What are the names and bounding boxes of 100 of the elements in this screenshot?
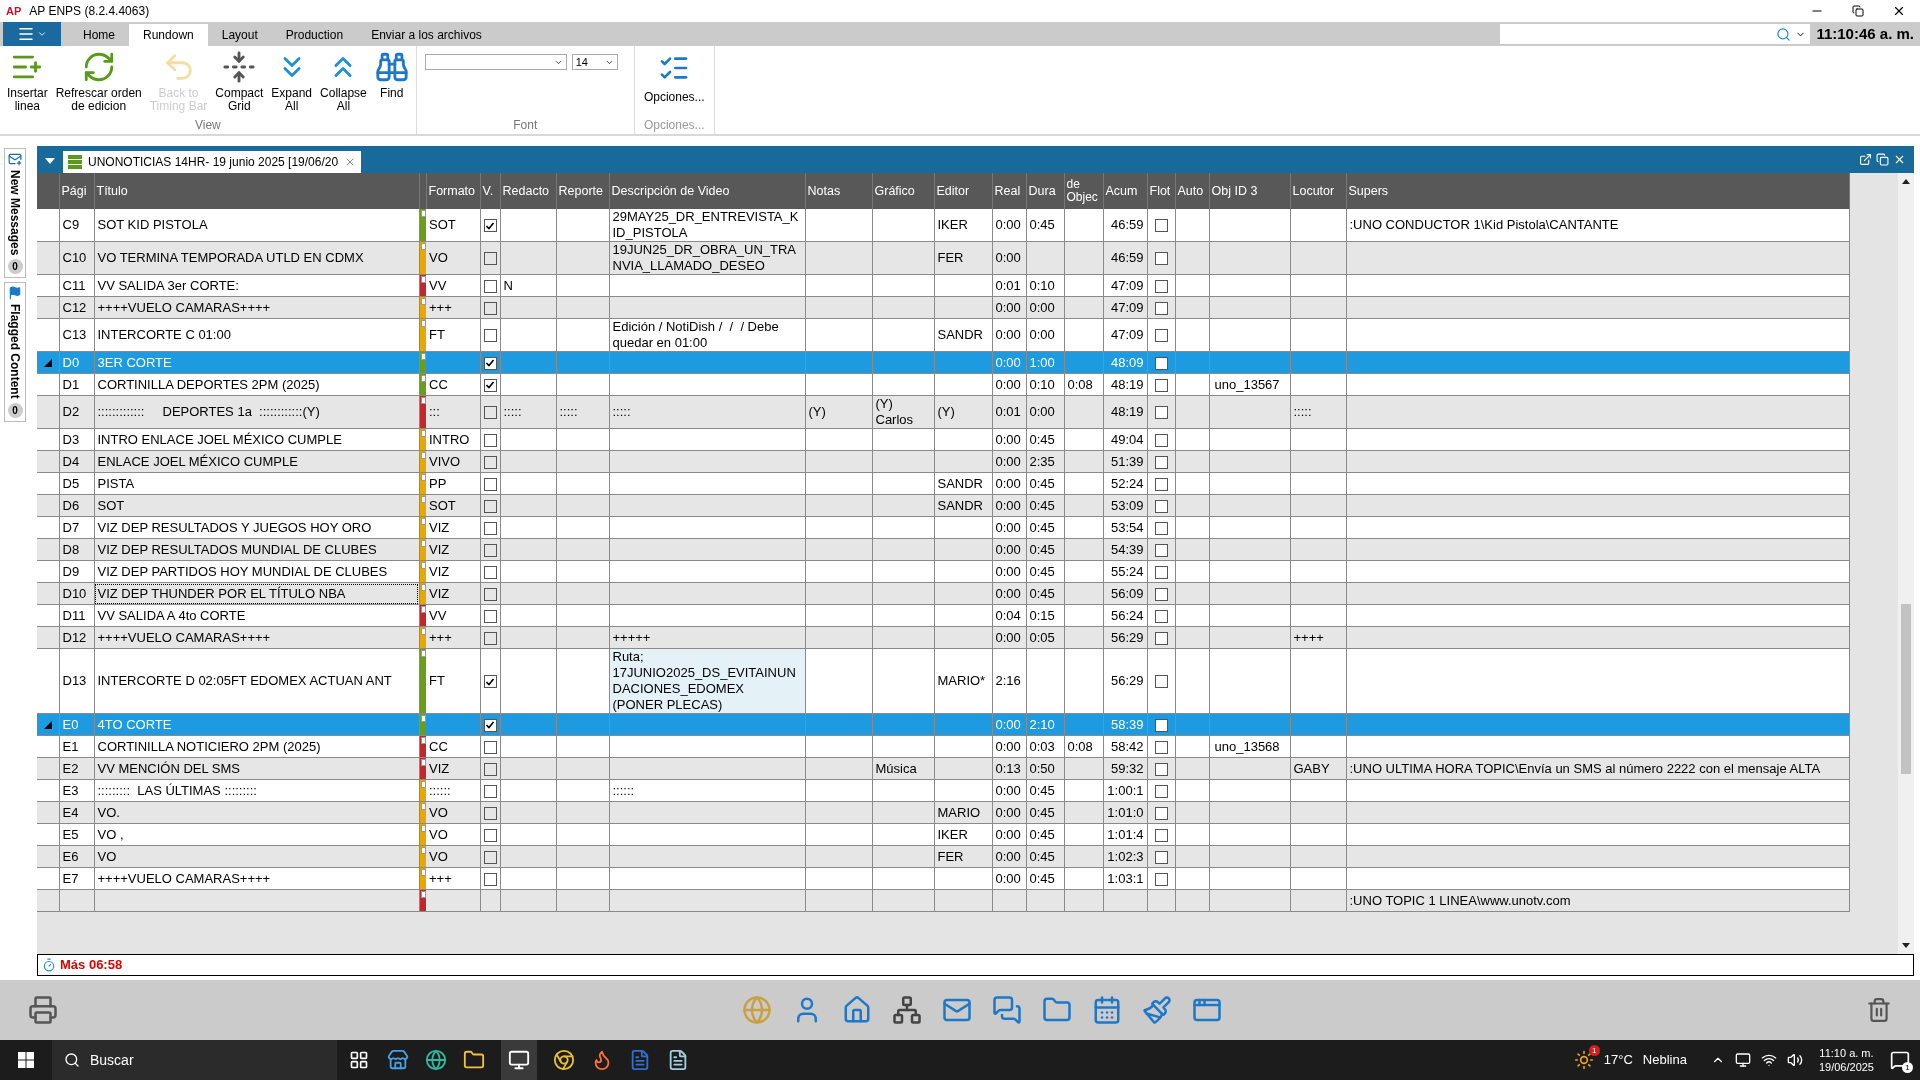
column-header[interactable]: Auto	[1177, 184, 1204, 198]
checkbox[interactable]	[483, 329, 497, 343]
options-button[interactable]: Opciones...	[643, 52, 705, 116]
table-row[interactable]: D6 SOT SOT SANDR 0:00 0:45 53:09	[37, 494, 1849, 517]
table-row[interactable]: C9 SOT KID PISTOLA SOT 29MAY25_DR_ENTREVISTA_KID_PISTOLA IKER 0:00 0:45 46:59 :UNO CONDUCTOR 1\Kid Pistola\CANTANTE	[37, 209, 1849, 242]
checkbox[interactable]	[1154, 219, 1168, 233]
table-row[interactable]: C10 VO TERMINA TEMPORADA UTLD EN CDMX VO 19JUN25_DR_OBRA_UN_TRANVIA_LLAMADO_DESEO FER 0:00 46:59	[37, 241, 1849, 275]
notifications-icon[interactable]	[1890, 1050, 1910, 1070]
dropdown-triangle-icon[interactable]	[45, 158, 55, 164]
collapse-triangle-icon[interactable]	[43, 359, 52, 368]
table-row[interactable]: D11 VV SALIDA A 4to CORTE VV 0:04 0:15 56:24	[37, 604, 1849, 627]
checkbox[interactable]	[1154, 675, 1168, 689]
column-header[interactable]: Reporte	[558, 184, 603, 198]
ribbon-button[interactable]: Insertar linea	[4, 50, 51, 116]
chat-icon[interactable]	[992, 995, 1022, 1025]
checkbox[interactable]	[1154, 356, 1168, 370]
checkbox[interactable]	[483, 850, 497, 864]
column-header[interactable]: Redacto	[502, 184, 550, 198]
scroll-down-icon[interactable]	[1902, 943, 1910, 948]
table-row[interactable]: :UNO TOPIC 1 LINEA\www.unotv.com	[37, 889, 1849, 912]
ribbon-button[interactable]: Refrescar orden de edicion	[52, 50, 145, 116]
column-header[interactable]: Obj ID 3	[1211, 184, 1258, 198]
ribbon-button[interactable]: Compact Grid	[212, 50, 267, 116]
tray-icon[interactable]	[1734, 1052, 1751, 1068]
checkbox[interactable]	[483, 806, 497, 820]
checkbox[interactable]	[483, 828, 497, 842]
checkbox[interactable]	[483, 718, 497, 732]
column-header[interactable]: Acum	[1105, 184, 1138, 198]
checkbox[interactable]	[483, 609, 497, 623]
table-row[interactable]: C11 VV SALIDA 3er CORTE: VV N 0:01 0:10 47:09	[37, 274, 1849, 297]
table-row[interactable]: D5 PISTA PP SANDR 0:00 0:45 52:24	[37, 472, 1849, 495]
weather-icon[interactable]	[1573, 1050, 1594, 1070]
checkbox[interactable]	[483, 219, 497, 233]
checkbox[interactable]	[483, 279, 497, 293]
table-row[interactable]: D7 VIZ DEP RESULTADOS Y JUEGOS HOY ORO VIZ 0:00 0:45 53:54	[37, 516, 1849, 539]
column-header[interactable]: Editor	[936, 184, 970, 198]
ribbon-button[interactable]: Find	[371, 50, 412, 116]
taskbar-search-box[interactable]: Buscar	[52, 1040, 337, 1080]
table-row[interactable]: D2 ::::::::::::: DEPORTES 1a ::::::::::::(Y) ::: ::::: ::::: ::::: (Y) (Y) Carlos (Y) 0:01 0:00 48:19 :::::	[37, 395, 1849, 429]
table-row[interactable]: E3 ::::::::: LAS ÚLTIMAS ::::::::: :::::: :::::: 0:00 0:45 1:00:1	[37, 779, 1849, 802]
scroll-thumb[interactable]	[1901, 604, 1911, 774]
ribbon-tab[interactable]: Home	[69, 24, 129, 46]
table-row[interactable]: E1 CORTINILLA NOTICIERO 2PM (2025) CC 0:00 0:03 0:08 58:42 uno_13568	[37, 735, 1849, 758]
checkbox[interactable]	[483, 675, 497, 689]
ribbon-tab[interactable]: Layout	[207, 24, 272, 46]
ribbon-button[interactable]: Expand All	[268, 50, 316, 116]
table-row[interactable]: C13 INTERCORTE C 01:00 FT Edición / NotiDish / / / Debe quedar en 01:00 SANDR 0:00 0:00 47:09	[37, 318, 1849, 352]
column-header[interactable]: Notas	[807, 184, 841, 198]
checkbox[interactable]	[483, 378, 497, 392]
checkbox[interactable]	[483, 762, 497, 776]
checkbox[interactable]	[1154, 378, 1168, 392]
checkbox[interactable]	[483, 543, 497, 557]
table-row[interactable]: E6 VO VO FER 0:00 0:45 1:02:3	[37, 845, 1849, 868]
column-header[interactable]: de Objec	[1066, 178, 1101, 204]
checkbox[interactable]	[1154, 718, 1168, 732]
column-header[interactable]: Pági	[61, 184, 87, 198]
column-header[interactable]: Supers	[1348, 184, 1389, 198]
column-header[interactable]: Descripción de Video	[611, 184, 730, 198]
checkbox[interactable]	[1154, 806, 1168, 820]
checkbox[interactable]	[1154, 252, 1168, 266]
trash-icon[interactable]	[1866, 997, 1892, 1023]
checkbox[interactable]	[483, 252, 497, 266]
checkbox[interactable]	[1154, 279, 1168, 293]
network-icon[interactable]	[1760, 1052, 1777, 1068]
table-row[interactable]: D13 INTERCORTE D 02:05FT EDOMEX ACTUAN ANT FT Ruta; 17JUNIO2025_DS_EVITAINUNDACIONES_EDOMEX (PONER PLECAS) MARIO* 2:16 56:29	[37, 648, 1849, 714]
ribbon-tab[interactable]: Production	[271, 24, 358, 46]
column-header[interactable]: Real	[994, 184, 1021, 198]
checkbox[interactable]	[483, 406, 497, 420]
table-row[interactable]: D3 INTRO ENLACE JOEL MÉXICO CUMPLE INTRO 0:00 0:45 49:04	[37, 428, 1849, 451]
column-header[interactable]: Título	[96, 184, 128, 198]
checkbox[interactable]	[1154, 587, 1168, 601]
ribbon-tab[interactable]: Enviar a los archivos	[357, 24, 496, 46]
checkbox[interactable]	[483, 301, 497, 315]
table-row[interactable]: E2 VV MENCIÓN DEL SMS VIZ Música 0:13 0:50 59:32 GABY :UNO ULTIMA HORA TOPIC\Envía un SMS al número 2222 con el mensaje ALTA	[37, 757, 1849, 780]
column-header[interactable]: Formato	[428, 184, 476, 198]
chrome-icon[interactable]	[553, 1049, 575, 1071]
table-row[interactable]: D4 ENLACE JOEL MÉXICO CUMPLE VIVO 0:00 2:35 51:39	[37, 450, 1849, 473]
checkbox[interactable]	[1154, 433, 1168, 447]
checkbox[interactable]	[1154, 565, 1168, 579]
checkbox[interactable]	[1154, 631, 1168, 645]
store-icon[interactable]	[387, 1049, 409, 1071]
scroll-up-icon[interactable]	[1902, 179, 1910, 184]
checkbox[interactable]	[1154, 828, 1168, 842]
task-view-icon[interactable]	[349, 1050, 369, 1070]
restore-icon[interactable]	[1852, 5, 1864, 17]
table-row[interactable]: D12 ++++VUELO CAMARAS++++ +++ +++++ 0:00 0:05 56:29 ++++	[37, 626, 1849, 649]
popout-icon[interactable]	[1859, 153, 1872, 166]
volume-icon[interactable]	[1786, 1052, 1803, 1068]
checkbox[interactable]	[1154, 850, 1168, 864]
column-header[interactable]: Locutor	[1292, 184, 1335, 198]
search-field[interactable]	[1500, 24, 1811, 44]
restore-icon[interactable]	[1876, 153, 1889, 166]
table-row[interactable]: E7 ++++VUELO CAMARAS++++ +++ 0:00 0:45 1:03:1	[37, 867, 1849, 890]
checkbox[interactable]	[483, 784, 497, 798]
checkbox[interactable]	[483, 499, 497, 513]
checkbox[interactable]	[1154, 499, 1168, 513]
table-row[interactable]: D9 VIZ DEP PARTIDOS HOY MUNDIAL DE CLUBES VIZ 0:00 0:45 55:24	[37, 560, 1849, 583]
checkbox[interactable]	[1154, 609, 1168, 623]
column-header[interactable]: Dura	[1028, 184, 1056, 198]
scrollbar[interactable]	[1898, 173, 1914, 954]
